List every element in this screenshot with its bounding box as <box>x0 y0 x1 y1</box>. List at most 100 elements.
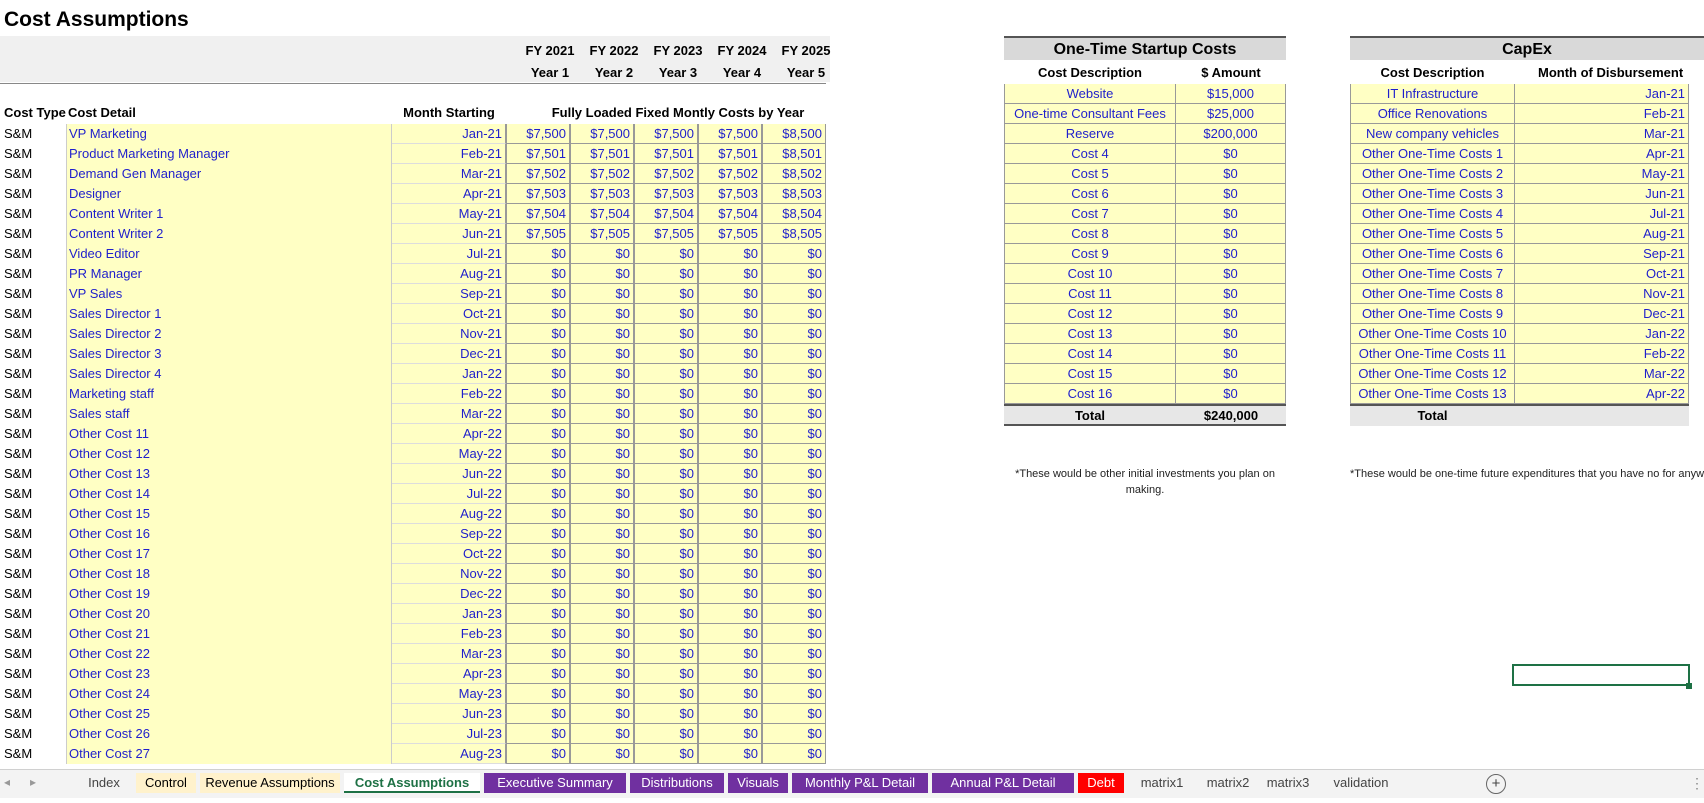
cell-fixed-cost[interactable]: $0 <box>506 244 570 264</box>
startup-cell-desc[interactable]: Cost 7 <box>1004 204 1176 224</box>
capex-cell-desc[interactable]: Other One-Time Costs 4 <box>1350 204 1515 224</box>
cell-fixed-cost[interactable]: $0 <box>506 484 570 504</box>
sheet-tab[interactable]: Cost Assumptions <box>344 773 480 793</box>
cell-cost-type[interactable]: S&M <box>4 564 66 584</box>
cell-cost-detail[interactable]: Other Cost 12 <box>66 444 392 464</box>
cell-month-starting[interactable]: Nov-21 <box>392 324 506 344</box>
cell-fixed-cost[interactable]: $0 <box>570 484 634 504</box>
startup-cell-amount[interactable]: $0 <box>1176 244 1286 264</box>
cell-fixed-cost[interactable]: $0 <box>634 604 698 624</box>
cell-fixed-cost[interactable]: $0 <box>506 264 570 284</box>
cell-fixed-cost[interactable]: $7,500 <box>634 124 698 144</box>
sheet-tab[interactable]: matrix3 <box>1260 773 1316 793</box>
cell-month-starting[interactable]: Jul-21 <box>392 244 506 264</box>
cell-cost-detail[interactable]: Demand Gen Manager <box>66 164 392 184</box>
startup-cell-desc[interactable]: Cost 10 <box>1004 264 1176 284</box>
cell-fixed-cost[interactable]: $0 <box>762 644 826 664</box>
cell-fixed-cost[interactable]: $7,501 <box>698 144 762 164</box>
cell-fixed-cost[interactable]: $0 <box>698 604 762 624</box>
cell-cost-detail[interactable]: Other Cost 17 <box>66 544 392 564</box>
cell-cost-type[interactable]: S&M <box>4 224 66 244</box>
capex-cell-month[interactable]: Feb-22 <box>1515 344 1689 364</box>
cell-fixed-cost[interactable]: $0 <box>634 704 698 724</box>
cell-month-starting[interactable]: Feb-22 <box>392 384 506 404</box>
cell-fixed-cost[interactable]: $0 <box>506 324 570 344</box>
startup-cell-desc[interactable]: Website <box>1004 84 1176 104</box>
cell-fixed-cost[interactable]: $0 <box>762 264 826 284</box>
cell-fixed-cost[interactable]: $0 <box>698 384 762 404</box>
cell-fixed-cost[interactable]: $0 <box>634 404 698 424</box>
capex-cell-desc[interactable]: Other One-Time Costs 6 <box>1350 244 1515 264</box>
cell-fixed-cost[interactable]: $0 <box>634 504 698 524</box>
capex-cell-month[interactable]: Mar-21 <box>1515 124 1689 144</box>
cell-fixed-cost[interactable]: $0 <box>698 724 762 744</box>
cell-fixed-cost[interactable]: $0 <box>506 504 570 524</box>
more-options-icon[interactable]: ⋮ <box>1690 775 1704 792</box>
cell-fixed-cost[interactable]: $0 <box>634 484 698 504</box>
cell-fixed-cost[interactable]: $0 <box>762 504 826 524</box>
cell-fixed-cost[interactable]: $7,504 <box>698 204 762 224</box>
cell-fixed-cost[interactable]: $0 <box>506 544 570 564</box>
cell-cost-detail[interactable]: Other Cost 24 <box>66 684 392 704</box>
cell-fixed-cost[interactable]: $0 <box>570 324 634 344</box>
startup-cell-amount[interactable]: $15,000 <box>1176 84 1286 104</box>
cell-fixed-cost[interactable]: $7,503 <box>570 184 634 204</box>
cell-cost-detail[interactable]: VP Sales <box>66 284 392 304</box>
cell-month-starting[interactable]: Aug-23 <box>392 744 506 764</box>
cell-fixed-cost[interactable]: $0 <box>570 524 634 544</box>
startup-cell-amount[interactable]: $0 <box>1176 384 1286 404</box>
cell-fixed-cost[interactable]: $0 <box>506 664 570 684</box>
cell-fixed-cost[interactable]: $0 <box>762 744 826 764</box>
sheet-tab[interactable]: Visuals <box>728 773 788 793</box>
cell-cost-type[interactable]: S&M <box>4 184 66 204</box>
sheet-tab[interactable]: Annual P&L Detail <box>932 773 1074 793</box>
cell-cost-detail[interactable]: Designer <box>66 184 392 204</box>
selected-cell[interactable] <box>1512 664 1690 686</box>
cell-fixed-cost[interactable]: $0 <box>570 364 634 384</box>
cell-fixed-cost[interactable]: $0 <box>506 384 570 404</box>
cell-fixed-cost[interactable]: $0 <box>762 584 826 604</box>
cell-fixed-cost[interactable]: $7,501 <box>506 144 570 164</box>
capex-cell-month[interactable]: Mar-22 <box>1515 364 1689 384</box>
cell-cost-detail[interactable]: Other Cost 22 <box>66 644 392 664</box>
cell-fixed-cost[interactable]: $0 <box>698 704 762 724</box>
cell-fixed-cost[interactable]: $0 <box>762 704 826 724</box>
cell-fixed-cost[interactable]: $0 <box>506 344 570 364</box>
cell-cost-type[interactable]: S&M <box>4 524 66 544</box>
cell-fixed-cost[interactable]: $0 <box>506 704 570 724</box>
startup-cell-desc[interactable]: Cost 5 <box>1004 164 1176 184</box>
cell-fixed-cost[interactable]: $0 <box>506 644 570 664</box>
cell-cost-type[interactable]: S&M <box>4 244 66 264</box>
cell-cost-detail[interactable]: Marketing staff <box>66 384 392 404</box>
capex-cell-month[interactable]: Nov-21 <box>1515 284 1689 304</box>
cell-fixed-cost[interactable]: $7,503 <box>698 184 762 204</box>
cell-cost-detail[interactable]: Other Cost 16 <box>66 524 392 544</box>
cell-cost-detail[interactable]: Other Cost 19 <box>66 584 392 604</box>
cell-cost-type[interactable]: S&M <box>4 444 66 464</box>
cell-fixed-cost[interactable]: $0 <box>570 384 634 404</box>
cell-fixed-cost[interactable]: $0 <box>570 304 634 324</box>
cell-cost-detail[interactable]: Other Cost 11 <box>66 424 392 444</box>
cell-fixed-cost[interactable]: $0 <box>570 724 634 744</box>
cell-fixed-cost[interactable]: $0 <box>762 424 826 444</box>
cell-fixed-cost[interactable]: $8,501 <box>762 144 826 164</box>
cell-month-starting[interactable]: Feb-21 <box>392 144 506 164</box>
cell-fixed-cost[interactable]: $0 <box>762 524 826 544</box>
cell-fixed-cost[interactable]: $0 <box>570 404 634 424</box>
cell-fixed-cost[interactable]: $0 <box>634 524 698 544</box>
cell-fixed-cost[interactable]: $0 <box>762 404 826 424</box>
cell-month-starting[interactable]: Dec-21 <box>392 344 506 364</box>
capex-cell-desc[interactable]: Other One-Time Costs 8 <box>1350 284 1515 304</box>
cell-cost-detail[interactable]: Other Cost 25 <box>66 704 392 724</box>
cell-fixed-cost[interactable]: $0 <box>634 444 698 464</box>
cell-month-starting[interactable]: Jun-22 <box>392 464 506 484</box>
cell-cost-detail[interactable]: VP Marketing <box>66 124 392 144</box>
cell-cost-type[interactable]: S&M <box>4 384 66 404</box>
capex-cell-month[interactable]: Jul-21 <box>1515 204 1689 224</box>
cell-fixed-cost[interactable]: $0 <box>698 244 762 264</box>
cell-month-starting[interactable]: Mar-21 <box>392 164 506 184</box>
cell-fixed-cost[interactable]: $7,500 <box>506 124 570 144</box>
cell-fixed-cost[interactable]: $0 <box>634 284 698 304</box>
capex-cell-month[interactable]: Dec-21 <box>1515 304 1689 324</box>
cell-month-starting[interactable]: Jan-22 <box>392 364 506 384</box>
